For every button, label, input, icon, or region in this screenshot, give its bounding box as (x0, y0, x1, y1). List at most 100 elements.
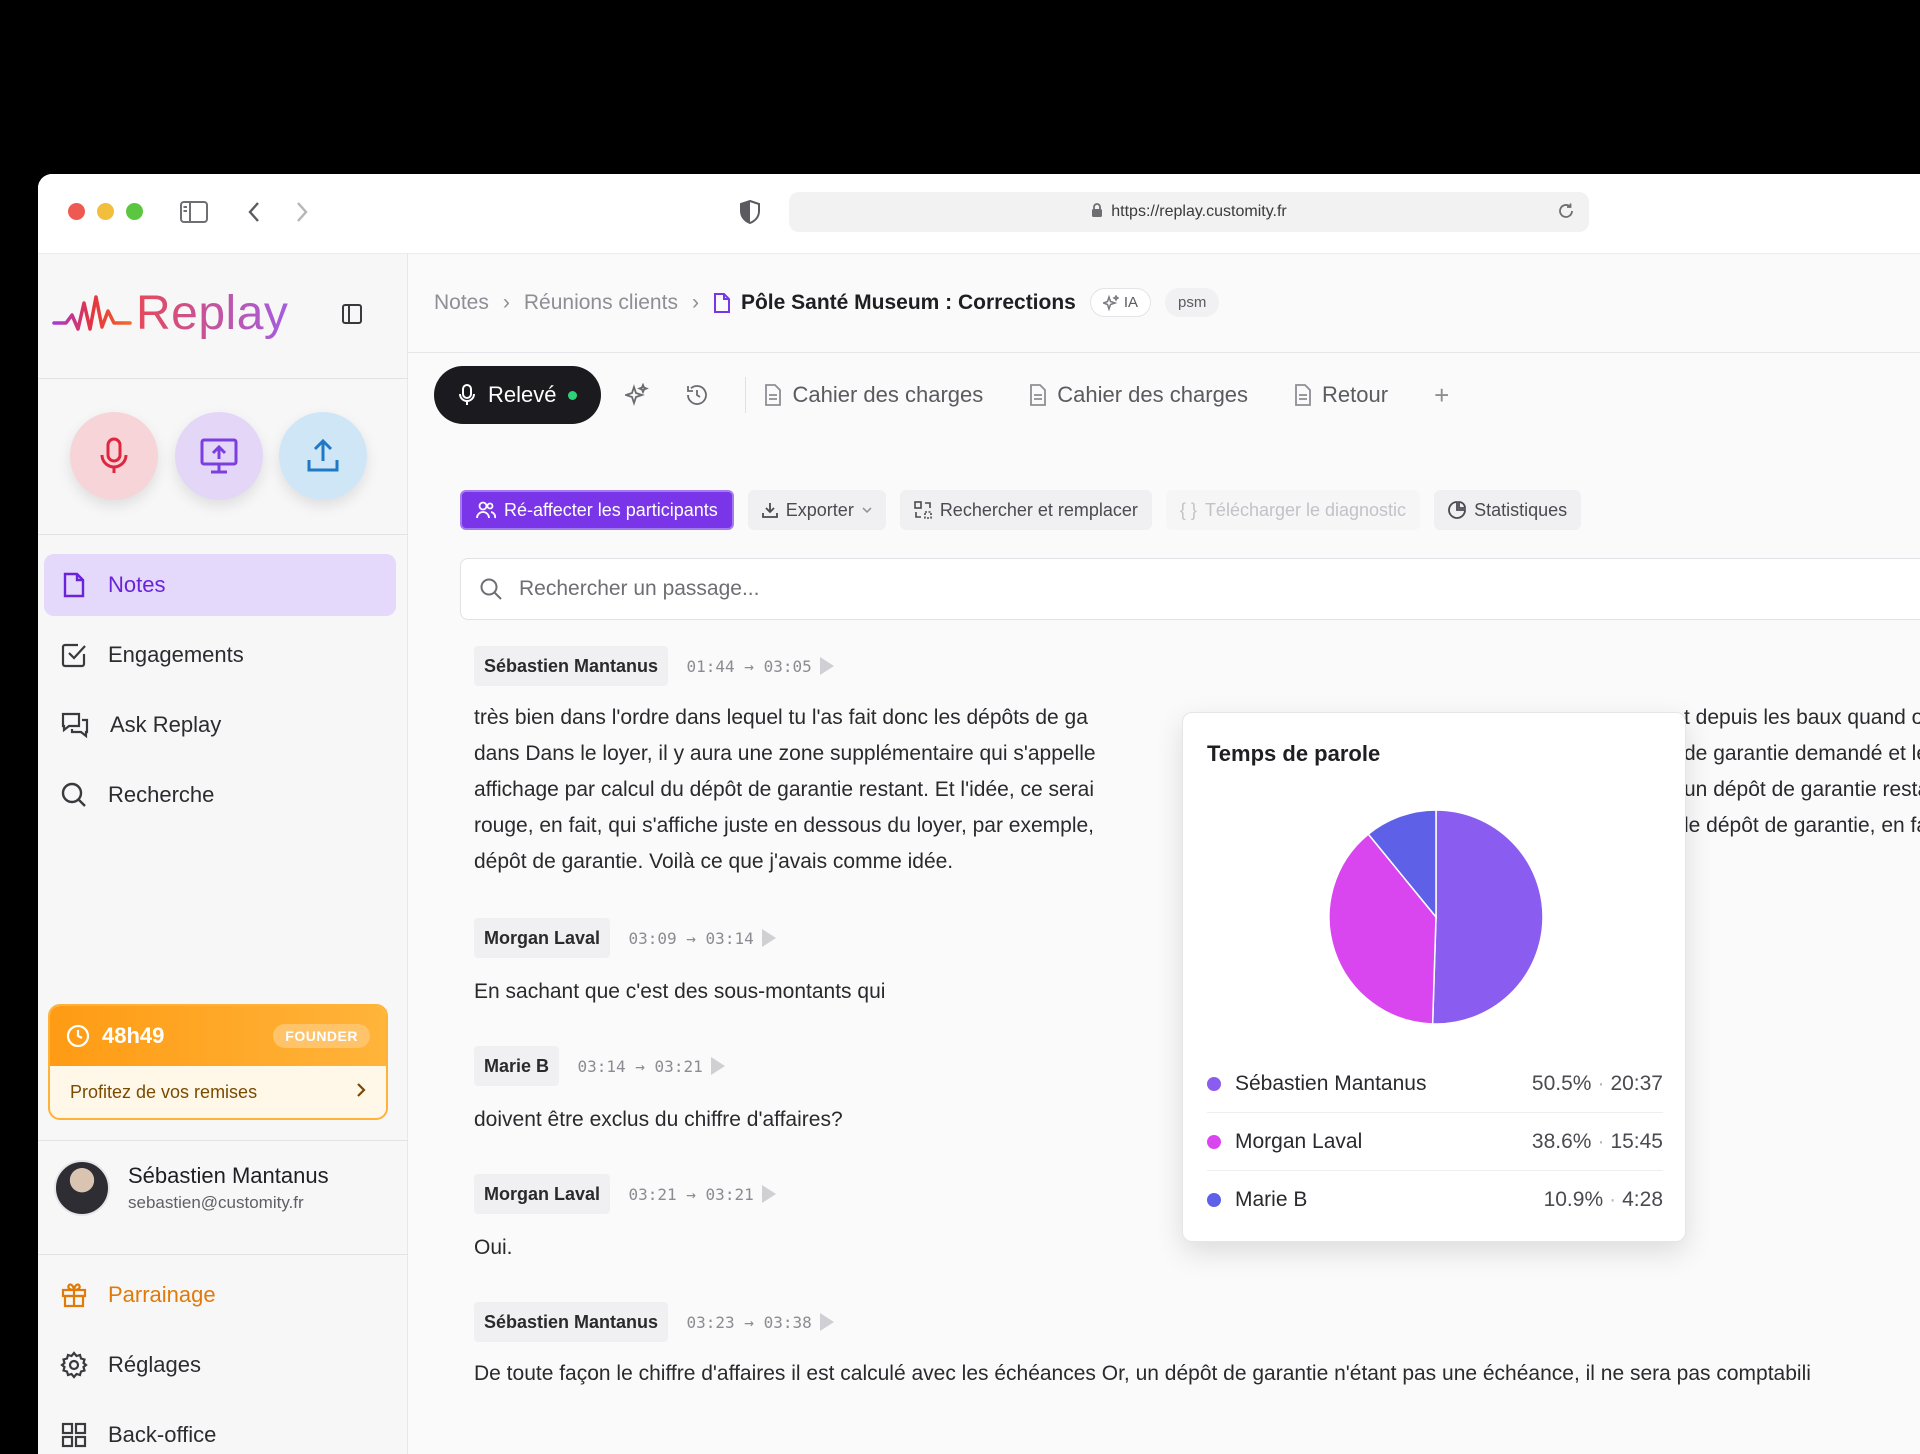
sidebar-item-ask-replay[interactable]: Ask Replay (44, 694, 396, 756)
transcript-entry: Sébastien Mantanus 01:44 → 03:05 (474, 646, 834, 686)
forward-icon[interactable] (286, 196, 318, 228)
user-profile[interactable]: Sébastien Mantanus sebastien@customity.f… (54, 1160, 329, 1216)
record-screen-button[interactable] (175, 412, 263, 500)
speaker-name[interactable]: Morgan Laval (474, 1174, 611, 1214)
file-icon (1030, 384, 1047, 406)
promo-cta[interactable]: Profitez de vos remises (50, 1066, 386, 1118)
promo-card[interactable]: 48h49 FOUNDER Profitez de vos remises (48, 1004, 388, 1120)
replace-icon (914, 501, 932, 519)
legend-duration: 15:45 (1610, 1129, 1663, 1153)
tab-cahier-des-charges-2[interactable]: Cahier des charges (1029, 382, 1248, 408)
legend-name: Morgan Laval (1235, 1129, 1363, 1153)
breadcrumb-item-reunions[interactable]: Réunions clients (524, 291, 678, 315)
document-icon (713, 292, 730, 313)
timestamp[interactable]: 01:44 → 03:05 (687, 657, 834, 676)
legend-separator: · (1597, 1071, 1605, 1095)
sidebar-item-label: Ask Replay (110, 712, 222, 737)
play-icon[interactable] (819, 1313, 834, 1331)
divider (38, 534, 408, 535)
timestamp-text: 01:44 → 03:05 (686, 656, 812, 676)
dashboard-icon (61, 1422, 87, 1448)
speaking-time-legend: Sébastien Mantanus 50.5% · 20:37 Morgan … (1207, 1055, 1663, 1229)
sidebar-item-recherche[interactable]: Recherche (44, 764, 396, 826)
tab-releve[interactable]: Relevé (434, 366, 602, 424)
user-name: Sébastien Mantanus (128, 1163, 329, 1188)
replay-logo[interactable]: Replay (52, 286, 288, 341)
clock-icon (66, 1024, 90, 1048)
founder-badge: FOUNDER (273, 1024, 370, 1048)
close-window-button[interactable] (68, 203, 85, 220)
history-icon[interactable] (667, 366, 727, 424)
timestamp[interactable]: 03:21 → 03:21 (628, 1185, 776, 1204)
microphone-icon (100, 437, 128, 473)
tab-cahier-des-charges-1[interactable]: Cahier des charges (764, 382, 983, 408)
speaker-name[interactable]: Sébastien Mantanus (474, 646, 669, 686)
ai-sparkles-icon[interactable] (607, 366, 667, 424)
legend-name: Marie B (1235, 1188, 1308, 1211)
speaker-name[interactable]: Sébastien Mantanus (474, 1302, 669, 1342)
play-icon[interactable] (761, 1185, 776, 1203)
sidebar-item-reglages[interactable]: Réglages (44, 1334, 396, 1396)
users-icon (476, 501, 496, 519)
sidebar-item-label: Back-office (108, 1422, 217, 1447)
reload-icon[interactable] (1557, 202, 1575, 225)
main-content: Notes › Réunions clients › Pôle Santé Mu… (408, 254, 1920, 1454)
maximize-window-button[interactable] (126, 203, 143, 220)
back-icon[interactable] (238, 196, 270, 228)
statistics-button[interactable]: Statistiques (1434, 490, 1582, 530)
divider (38, 1254, 408, 1255)
sidebar-toggle-icon[interactable] (178, 196, 210, 228)
play-icon[interactable] (819, 657, 834, 675)
privacy-shield-icon[interactable] (734, 196, 766, 228)
timestamp-text: 03:09 → 03:14 (628, 928, 754, 948)
download-diagnostic-button[interactable]: { } Télécharger le diagnostic (1165, 490, 1421, 530)
document-tabs: Relevé Cahier des charges Cahier des cha… (434, 366, 1449, 424)
sidebar-item-engagements[interactable]: Engagements (44, 624, 396, 686)
add-tab-button[interactable]: + (1434, 380, 1449, 411)
search-icon (61, 782, 86, 807)
breadcrumb-separator-icon: › (691, 290, 699, 314)
upload-button[interactable] (279, 412, 367, 500)
chat-icon (61, 712, 89, 739)
reassign-participants-button[interactable]: Ré-affecter les participants (460, 490, 734, 530)
search-replace-button[interactable]: Rechercher et remplacer (899, 490, 1152, 530)
divider (38, 378, 408, 379)
sidebar-item-notes[interactable]: Notes (44, 554, 396, 616)
sidebar-item-back-office[interactable]: Back-office (44, 1404, 396, 1454)
play-icon[interactable] (761, 929, 776, 947)
transcript-line: un dépôt de garantie restan (1684, 778, 1920, 801)
ia-chip[interactable]: IA (1089, 288, 1152, 317)
collapse-sidebar-icon[interactable] (340, 302, 368, 330)
record-audio-button[interactable] (70, 412, 158, 500)
legend-name: Sébastien Mantanus (1235, 1071, 1427, 1095)
transcript-search[interactable]: Rechercher un passage... (460, 558, 1920, 620)
transcript-entry: Marie B 03:14 → 03:21 (474, 1046, 725, 1086)
export-dropdown[interactable]: Exporter (747, 490, 886, 530)
legend-duration: 20:37 (1610, 1071, 1663, 1095)
sidebar-item-parrainage[interactable]: Parrainage (44, 1264, 396, 1326)
tag-chip[interactable]: psm (1165, 288, 1220, 317)
breadcrumb-item-notes[interactable]: Notes (434, 291, 489, 315)
transcript-entry: Sébastien Mantanus 03:23 → 03:38 (474, 1302, 834, 1342)
timestamp[interactable]: 03:23 → 03:38 (687, 1313, 834, 1332)
promo-header: 48h49 FOUNDER (50, 1006, 386, 1066)
tab-label: Cahier des charges (1057, 382, 1249, 407)
play-icon[interactable] (710, 1057, 725, 1075)
transcript-entry: Morgan Laval 03:21 → 03:21 (474, 1174, 776, 1214)
timestamp-text: 03:14 → 03:21 (577, 1056, 703, 1076)
timestamp[interactable]: 03:14 → 03:21 (577, 1056, 725, 1076)
address-bar[interactable]: https://replay.customity.fr (789, 192, 1589, 232)
transcript-text-continued: t depuis les baux quand on de garantie d… (1684, 700, 1920, 844)
legend-row: Sébastien Mantanus 50.5% · 20:37 (1207, 1055, 1663, 1113)
user-email: sebastien@customity.fr (128, 1193, 304, 1212)
tab-retour[interactable]: Retour (1294, 382, 1388, 408)
pie-slice-s-bastien-mantanus[interactable] (1431, 809, 1544, 1025)
timestamp[interactable]: 03:09 → 03:14 (628, 928, 776, 948)
file-icon (765, 384, 782, 406)
minimize-window-button[interactable] (97, 203, 114, 220)
speaker-name[interactable]: Marie B (474, 1046, 560, 1086)
speaker-name[interactable]: Morgan Laval (474, 918, 611, 958)
speaking-time-popover: Temps de parole Sébastien Mantanus 50.5%… (1182, 712, 1686, 1242)
legend-percentage: 38.6% (1531, 1129, 1592, 1153)
browser-toolbar: https://replay.customity.fr (38, 174, 1920, 254)
